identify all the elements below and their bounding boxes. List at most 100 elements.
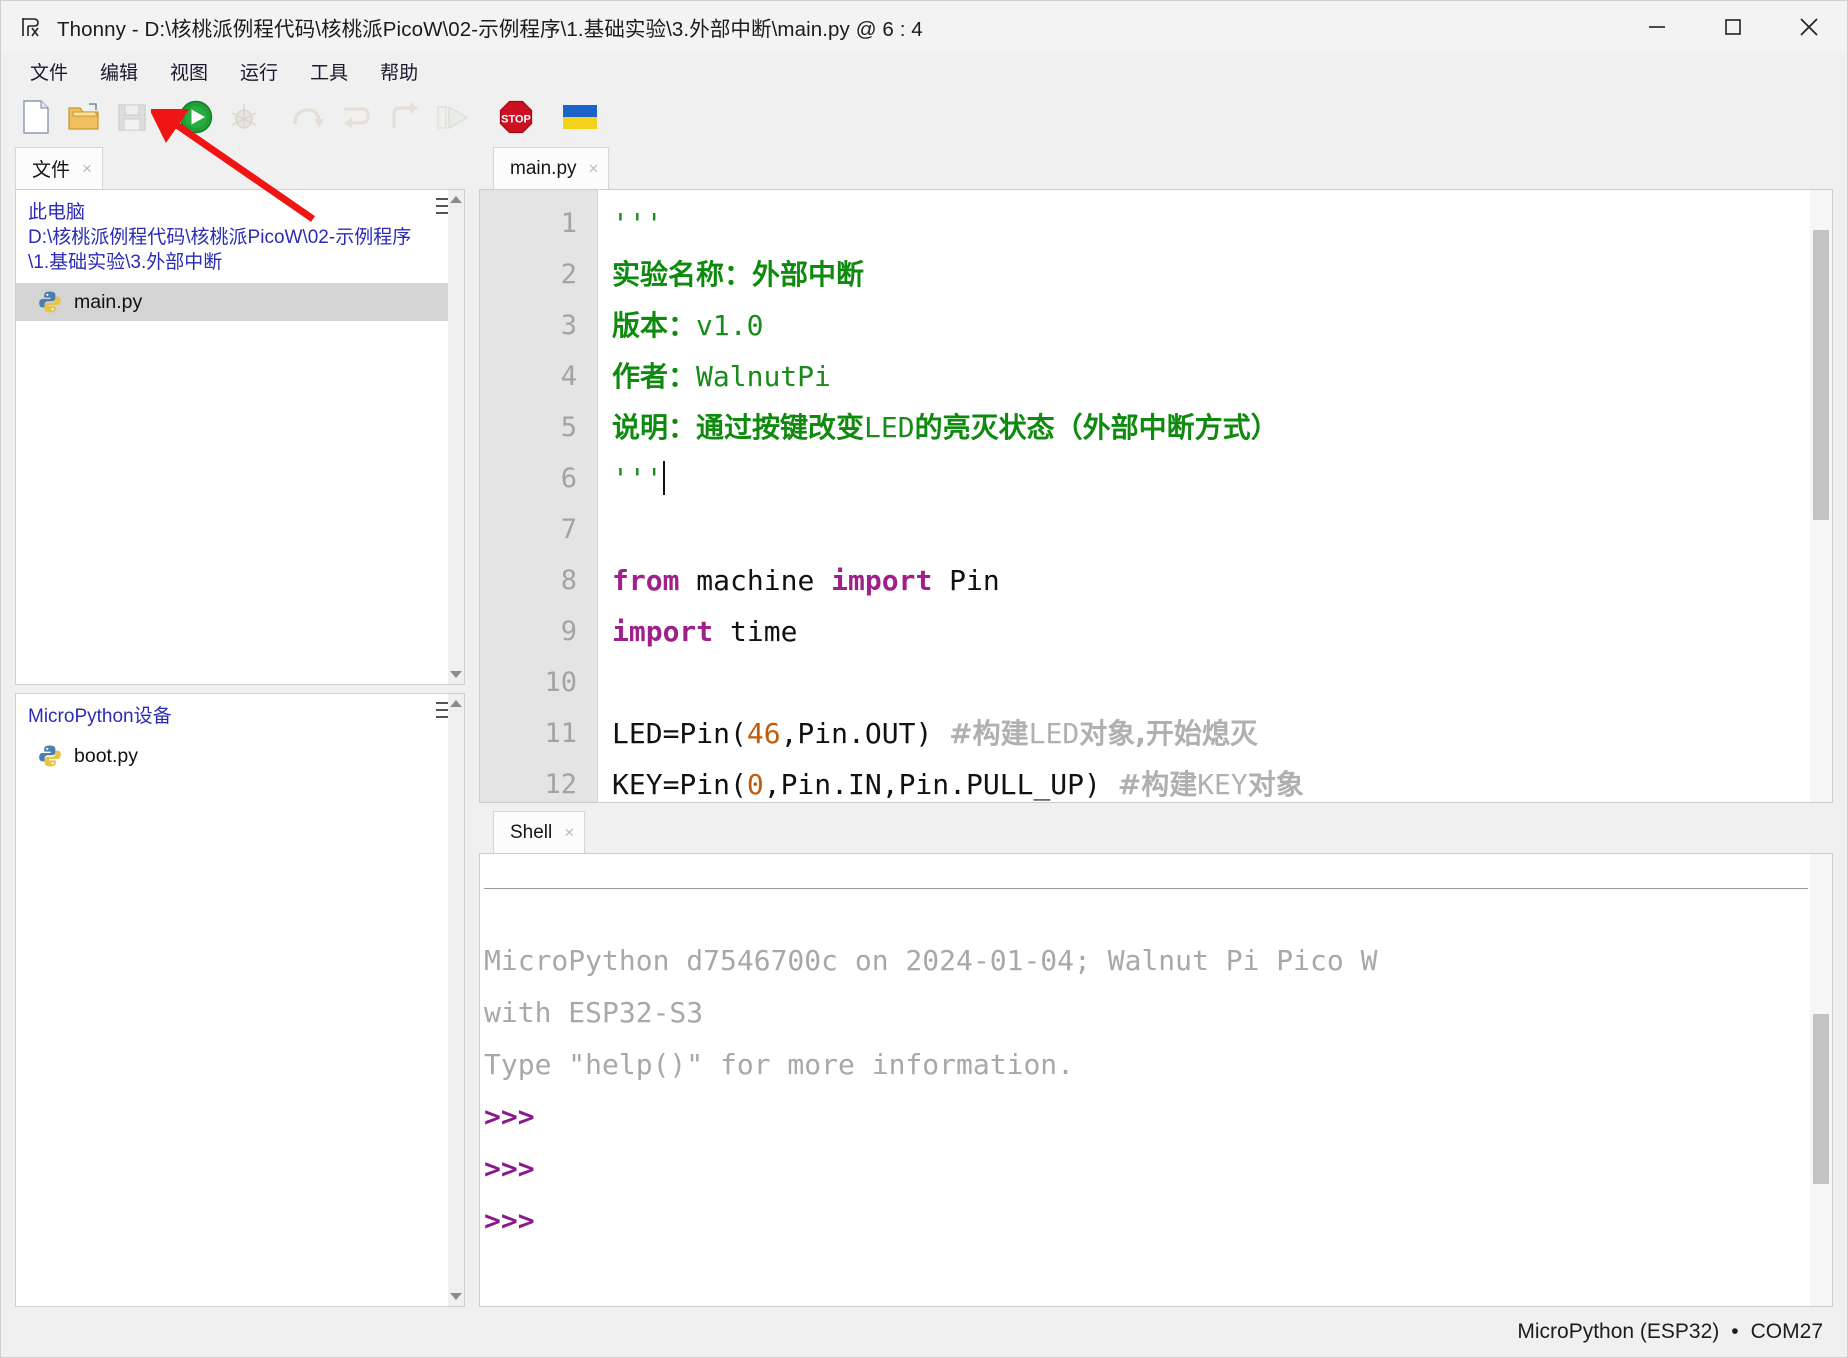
scroll-down-icon[interactable]	[450, 1293, 462, 1300]
line-number: 3	[480, 300, 597, 351]
code-editor[interactable]: 123456789101112 '''实验名称：外部中断版本：v1.0作者：Wa…	[479, 189, 1833, 803]
python-file-icon	[38, 744, 62, 768]
list-item-label: boot.py	[74, 745, 138, 768]
code-line: '''	[612, 453, 1832, 504]
device-files-root-label[interactable]: MicroPython设备	[28, 704, 430, 729]
code-token: 作者：	[612, 360, 696, 393]
shell-output-line: with ESP32-S3	[484, 987, 1802, 1039]
list-item[interactable]: main.py	[16, 283, 464, 321]
minimize-button[interactable]	[1619, 1, 1695, 53]
main-body: 文件 × 此电脑 D:\核桃派例程代码\核桃派PicoW\02-示例程序\1.基…	[1, 143, 1847, 1307]
status-port[interactable]: COM27	[1751, 1320, 1823, 1344]
debug-button[interactable]	[221, 96, 267, 138]
menu-item-run[interactable]: 运行	[225, 55, 293, 88]
shell-prompt: >>>	[484, 1091, 1802, 1143]
flag-icon	[562, 104, 598, 130]
run-button[interactable]	[173, 96, 219, 138]
shell-prompt: >>>	[484, 1195, 1802, 1247]
step-over-button[interactable]	[285, 96, 331, 138]
tab-main-py[interactable]: main.py ×	[493, 147, 609, 189]
step-into-button[interactable]	[333, 96, 379, 138]
step-into-icon	[339, 102, 373, 132]
code-token: LED	[1029, 717, 1080, 750]
menu-bar: 文件 编辑 视图 运行 工具 帮助	[1, 53, 1847, 91]
local-files-panel: 此电脑 D:\核桃派例程代码\核桃派PicoW\02-示例程序\1.基础实验\3…	[15, 189, 465, 685]
code-token: 版本：	[612, 309, 696, 342]
step-out-button[interactable]	[381, 96, 427, 138]
tab-shell-close-icon[interactable]: ×	[564, 824, 574, 841]
scroll-up-icon[interactable]	[450, 196, 462, 203]
line-number-gutter: 123456789101112	[480, 190, 598, 802]
tab-files[interactable]: 文件 ×	[15, 147, 103, 189]
save-file-button[interactable]	[109, 96, 155, 138]
scroll-up-icon[interactable]	[450, 700, 462, 707]
line-number: 5	[480, 402, 597, 453]
toolbar-separator-3	[477, 96, 493, 138]
scroll-down-icon[interactable]	[450, 671, 462, 678]
code-token: 46	[747, 717, 781, 750]
save-file-icon	[117, 102, 147, 132]
code-line: 作者：WalnutPi	[612, 351, 1832, 402]
code-token: #构建	[1118, 768, 1197, 801]
thonny-logo-icon	[19, 14, 45, 40]
code-line: 说明：通过按键改变LED的亮灭状态（外部中断方式）	[612, 402, 1832, 453]
shell-scrollbar-thumb[interactable]	[1813, 1014, 1829, 1184]
line-number: 8	[480, 555, 597, 606]
shell-output-line: MicroPython d7546700c on 2024-01-04; Wal…	[484, 935, 1802, 987]
code-token: 说明：通过按键改变	[612, 411, 864, 444]
menu-item-edit[interactable]: 编辑	[85, 55, 153, 88]
code-token: #构建	[949, 717, 1028, 750]
code-line	[612, 657, 1832, 708]
code-token: from	[612, 564, 679, 597]
resume-icon	[434, 102, 470, 132]
flag-button[interactable]	[557, 96, 603, 138]
line-number: 7	[480, 504, 597, 555]
right-pane: main.py × 123456789101112 '''实验名称：外部中断版本…	[479, 143, 1847, 1307]
menu-item-tools[interactable]: 工具	[295, 55, 363, 88]
close-button[interactable]	[1771, 1, 1847, 53]
shell-scrollbar[interactable]	[1810, 854, 1832, 1306]
tab-files-label: 文件	[32, 155, 70, 182]
tab-main-py-close-icon[interactable]: ×	[589, 160, 599, 177]
local-files-root-label[interactable]: 此电脑	[28, 200, 430, 225]
local-files-scrollbar[interactable]	[448, 190, 464, 684]
stop-button[interactable]: STOP	[493, 96, 539, 138]
local-files-path[interactable]: D:\核桃派例程代码\核桃派PicoW\02-示例程序\1.基础实验\3.外部中…	[28, 225, 430, 275]
tab-files-close-icon[interactable]: ×	[82, 160, 92, 177]
tab-shell[interactable]: Shell ×	[493, 811, 585, 853]
maximize-icon	[1720, 14, 1746, 40]
step-over-icon	[291, 102, 325, 132]
code-line: LED=Pin(46,Pin.OUT) #构建LED对象,开始熄灭	[612, 708, 1832, 759]
code-token: 对象	[1248, 768, 1304, 801]
title-bar: Thonny - D:\核桃派例程代码\核桃派PicoW\02-示例程序\1.基…	[1, 1, 1847, 53]
maximize-button[interactable]	[1695, 1, 1771, 53]
code-token: LED=Pin(	[612, 717, 747, 750]
code-token: 0	[747, 768, 764, 801]
menu-item-help[interactable]: 帮助	[365, 55, 433, 88]
window-title: Thonny - D:\核桃派例程代码\核桃派PicoW\02-示例程序\1.基…	[57, 12, 923, 42]
open-file-button[interactable]	[61, 96, 107, 138]
editor-scrollbar[interactable]	[1810, 190, 1832, 802]
status-interpreter[interactable]: MicroPython (ESP32)	[1517, 1320, 1719, 1344]
device-files-scrollbar[interactable]	[448, 694, 464, 1306]
code-token: KEY	[1197, 768, 1248, 801]
thonny-window: Thonny - D:\核桃派例程代码\核桃派PicoW\02-示例程序\1.基…	[0, 0, 1848, 1358]
shell-prompt: >>>	[484, 1143, 1802, 1195]
code-token: WalnutPi	[696, 360, 831, 393]
close-icon	[1794, 12, 1824, 42]
line-number: 12	[480, 759, 597, 803]
code-line: import time	[612, 606, 1832, 657]
shell-console[interactable]: MicroPython d7546700c on 2024-01-04; Wal…	[479, 853, 1833, 1307]
line-number: 4	[480, 351, 597, 402]
menu-item-file[interactable]: 文件	[15, 55, 83, 88]
code-text-area[interactable]: '''实验名称：外部中断版本：v1.0作者：WalnutPi说明：通过按键改变L…	[598, 190, 1832, 802]
menu-item-view[interactable]: 视图	[155, 55, 223, 88]
local-files-header: 此电脑 D:\核桃派例程代码\核桃派PicoW\02-示例程序\1.基础实验\3…	[16, 190, 464, 283]
tab-shell-label: Shell	[510, 822, 552, 844]
resume-button[interactable]	[429, 96, 475, 138]
code-token: v1.0	[696, 309, 763, 342]
list-item[interactable]: boot.py	[16, 737, 464, 775]
new-file-button[interactable]	[13, 96, 59, 138]
code-line	[612, 504, 1832, 555]
editor-scrollbar-thumb[interactable]	[1813, 230, 1829, 520]
